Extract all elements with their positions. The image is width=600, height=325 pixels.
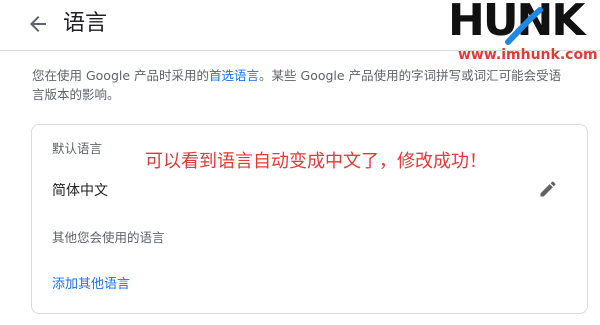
other-languages-label: 其他您会使用的语言: [52, 230, 165, 245]
arrow-back-icon: [30, 16, 46, 32]
back-button[interactable]: [26, 12, 50, 36]
default-language-label: 默认语言: [52, 141, 103, 156]
watermark-logo: HUNK www.imhunk.com: [448, 0, 600, 72]
page-title: 语言: [63, 11, 108, 36]
add-language-link[interactable]: 添加其他语言: [52, 273, 130, 292]
pencil-icon: [540, 181, 556, 197]
preferred-language-link[interactable]: 首选语言: [209, 68, 259, 83]
annotation-text: 可以看到语言自动变成中文了，修改成功！: [145, 151, 487, 172]
logo-swoosh-icon: [505, 7, 543, 45]
current-language-value: 简体中文: [52, 183, 108, 199]
watermark-url: www.imhunk.com: [458, 47, 598, 63]
edit-language-button[interactable]: [538, 179, 558, 199]
language-description: 您在使用 Google 产品时采用的首选语言。某些 Google 产品使用的字词…: [32, 66, 572, 104]
description-prefix: 您在使用 Google 产品时采用的: [32, 68, 210, 83]
